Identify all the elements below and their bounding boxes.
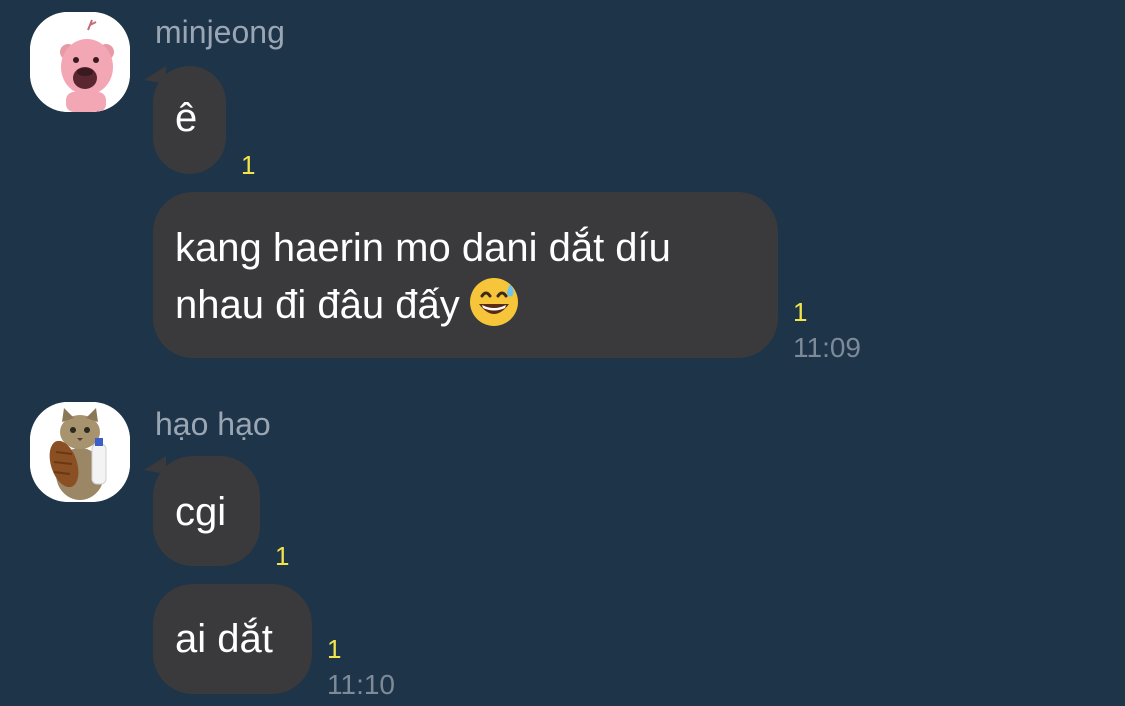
unread-count: 1: [327, 634, 342, 664]
unread-count: 1: [275, 541, 290, 571]
message-bubble[interactable]: ai dắt: [153, 584, 312, 694]
chat-view: minjeong ê 1 kang haerin mo dani dắt díu…: [0, 0, 1125, 706]
message-timestamp: 11:09: [793, 332, 861, 363]
message-text: kang haerin mo dani dắt díu: [175, 226, 671, 270]
message-text: ê: [175, 96, 198, 140]
unread-count: 1: [241, 150, 256, 180]
message-timestamp: 11:10: [327, 669, 395, 700]
sender-name: minjeong: [155, 14, 285, 50]
message-text: cgi: [175, 490, 227, 534]
avatar[interactable]: [30, 402, 130, 502]
unread-count: 1: [793, 297, 808, 327]
message-text: nhau đi đâu đấy: [175, 283, 460, 327]
avatar[interactable]: [30, 12, 130, 112]
message-bubble[interactable]: cgi: [153, 456, 260, 566]
message-text: ai dắt: [175, 617, 273, 661]
message-bubble[interactable]: ê: [153, 66, 226, 174]
grinning-sweat-emoji-icon: [469, 278, 518, 326]
pink-beaver-avatar-icon: [30, 12, 130, 112]
sender-name: hạo hạo: [155, 406, 271, 442]
message-bubble[interactable]: kang haerin mo dani dắt díu nhau đi đâu …: [153, 192, 778, 358]
cat-holding-bread-and-milk-avatar-icon: [30, 402, 130, 502]
